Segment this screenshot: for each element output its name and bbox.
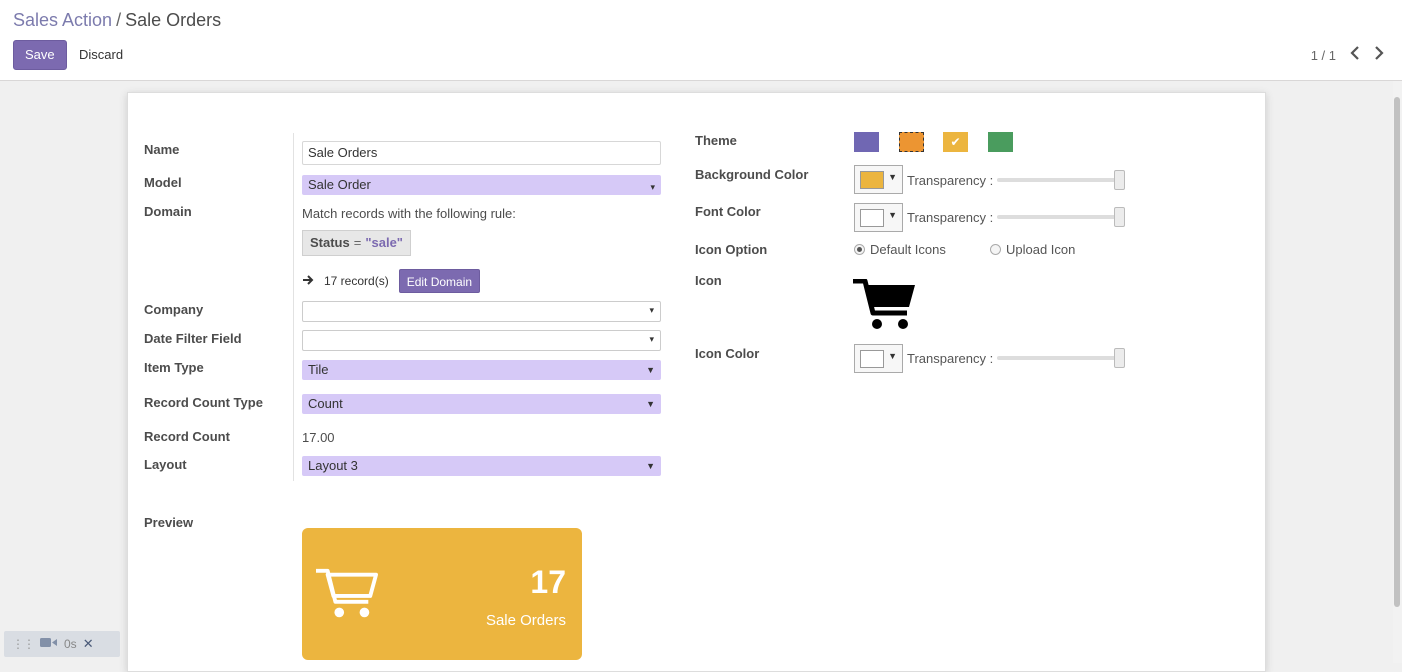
caret-down-icon: ▾ bbox=[650, 182, 655, 192]
theme-swatch-yellow[interactable]: ✔ bbox=[943, 132, 968, 152]
model-label: Model bbox=[144, 175, 182, 190]
item-type-value: Tile bbox=[308, 362, 329, 377]
layout-value: Layout 3 bbox=[308, 458, 358, 473]
caret-down-icon: ▾ bbox=[649, 305, 654, 315]
breadcrumb-current: Sale Orders bbox=[125, 10, 222, 30]
layout-label: Layout bbox=[144, 457, 187, 472]
theme-swatch-orange[interactable] bbox=[899, 132, 924, 152]
preview-tile-count: 17 bbox=[530, 564, 566, 600]
radio-upload-icon-label: Upload Icon bbox=[1006, 242, 1076, 257]
background-transparency-label: Transparency : bbox=[907, 173, 994, 188]
caret-down-icon: ▼ bbox=[646, 399, 655, 409]
caret-down-icon: ▾ bbox=[649, 334, 654, 344]
recorder-timer: 0s bbox=[64, 637, 77, 651]
form-sheet: Name Model Domain Company Date Filter Fi… bbox=[127, 92, 1266, 672]
icon-color-label: Icon Color bbox=[695, 346, 760, 361]
save-button[interactable]: Save bbox=[13, 40, 67, 70]
record-count-label: Record Count bbox=[144, 429, 230, 444]
background-color-picker[interactable]: ▼ bbox=[854, 165, 903, 194]
caret-down-icon: ▼ bbox=[888, 172, 897, 182]
control-panel: Sales Action / Sale Orders Save Discard 1 … bbox=[0, 0, 1402, 81]
layout-select[interactable]: Layout 3 ▼ bbox=[302, 456, 661, 476]
scrollbar-thumb[interactable] bbox=[1394, 97, 1400, 607]
font-color-chip bbox=[860, 209, 884, 227]
background-transparency-handle[interactable] bbox=[1114, 170, 1125, 190]
icon-color-picker[interactable]: ▼ bbox=[854, 344, 903, 373]
font-color-label: Font Color bbox=[695, 204, 761, 219]
icon-transparency-handle[interactable] bbox=[1114, 348, 1125, 368]
breadcrumb: Sales Action / Sale Orders bbox=[13, 10, 221, 31]
theme-swatch-purple[interactable] bbox=[854, 132, 879, 152]
vertical-scrollbar[interactable] bbox=[1393, 81, 1402, 663]
preview-tile-name: Sale Orders bbox=[485, 612, 566, 629]
font-transparency-label: Transparency : bbox=[907, 210, 994, 225]
check-icon: ✔ bbox=[950, 135, 961, 149]
company-label: Company bbox=[144, 302, 204, 317]
edit-domain-button[interactable]: Edit Domain bbox=[398, 269, 481, 293]
arrow-right-icon bbox=[302, 273, 314, 290]
domain-rule-value: "sale" bbox=[365, 235, 403, 250]
preview-label: Preview bbox=[144, 515, 194, 530]
caret-down-icon: ▼ bbox=[888, 351, 897, 361]
chevron-right-icon[interactable] bbox=[1374, 46, 1384, 64]
icon-color-chip bbox=[860, 350, 884, 368]
domain-intro-text: Match records with the following rule: bbox=[302, 206, 516, 221]
radio-icon[interactable] bbox=[854, 244, 865, 255]
record-count-type-select[interactable]: Count ▼ bbox=[302, 394, 661, 414]
close-icon[interactable]: ✕ bbox=[83, 636, 94, 652]
domain-label: Domain bbox=[144, 204, 192, 219]
pager: 1 / 1 bbox=[1311, 46, 1384, 64]
item-type-label: Item Type bbox=[144, 360, 204, 375]
pager-value[interactable]: 1 / 1 bbox=[1311, 48, 1336, 63]
theme-swatch-green[interactable] bbox=[988, 132, 1013, 152]
caret-down-icon: ▼ bbox=[646, 365, 655, 375]
caret-down-icon: ▼ bbox=[646, 461, 655, 471]
radio-upload-icon[interactable]: Upload Icon bbox=[990, 242, 1075, 257]
radio-default-icons[interactable]: Default Icons bbox=[854, 242, 946, 257]
model-select[interactable]: Sale Order ▾ bbox=[302, 175, 661, 195]
radio-icon[interactable] bbox=[990, 244, 1001, 255]
domain-records-row: 17 record(s) Edit Domain bbox=[302, 269, 481, 293]
company-select[interactable]: ▾ bbox=[302, 301, 661, 322]
item-type-select[interactable]: Tile ▼ bbox=[302, 360, 661, 380]
preview-tile[interactable]: 17 Sale Orders bbox=[302, 528, 582, 660]
breadcrumb-separator: / bbox=[116, 10, 122, 30]
domain-rule-operator: = bbox=[353, 235, 362, 250]
theme-label: Theme bbox=[695, 133, 737, 148]
shopping-cart-icon bbox=[316, 568, 378, 623]
icon-transparency-slider[interactable] bbox=[997, 356, 1125, 360]
column-divider bbox=[293, 133, 294, 481]
background-color-label: Background Color bbox=[695, 167, 809, 182]
breadcrumb-parent-link[interactable]: Sales Action bbox=[13, 10, 112, 30]
record-count-type-value: Count bbox=[308, 396, 343, 411]
record-count-value: 17.00 bbox=[302, 430, 335, 445]
icon-transparency-label: Transparency : bbox=[907, 351, 994, 366]
icon-label: Icon bbox=[695, 273, 722, 288]
drag-handle-icon[interactable]: ⋮⋮ bbox=[12, 637, 35, 651]
chevron-left-icon[interactable] bbox=[1350, 46, 1360, 64]
screen-recorder-widget: ⋮⋮ 0s ✕ bbox=[4, 631, 120, 657]
shopping-cart-icon[interactable] bbox=[853, 278, 917, 334]
icon-option-label: Icon Option bbox=[695, 242, 768, 257]
background-transparency-slider[interactable] bbox=[997, 178, 1125, 182]
domain-record-count[interactable]: 17 record(s) bbox=[320, 274, 393, 288]
font-color-picker[interactable]: ▼ bbox=[854, 203, 903, 232]
video-camera-icon[interactable] bbox=[40, 637, 58, 651]
date-filter-field-select[interactable]: ▾ bbox=[302, 330, 661, 351]
font-transparency-handle[interactable] bbox=[1114, 207, 1125, 227]
record-count-type-label: Record Count Type bbox=[144, 395, 263, 410]
font-transparency-slider[interactable] bbox=[997, 215, 1125, 219]
model-select-value: Sale Order bbox=[308, 177, 371, 192]
domain-rule-tag[interactable]: Status = "sale" bbox=[302, 230, 411, 256]
discard-button[interactable]: Discard bbox=[67, 40, 136, 70]
domain-rule-field: Status bbox=[310, 235, 350, 250]
radio-default-icons-label: Default Icons bbox=[870, 242, 946, 257]
name-input[interactable]: Sale Orders bbox=[302, 141, 661, 165]
background-color-chip bbox=[860, 171, 884, 189]
caret-down-icon: ▼ bbox=[888, 210, 897, 220]
name-label: Name bbox=[144, 142, 180, 157]
date-filter-field-label: Date Filter Field bbox=[144, 331, 242, 346]
